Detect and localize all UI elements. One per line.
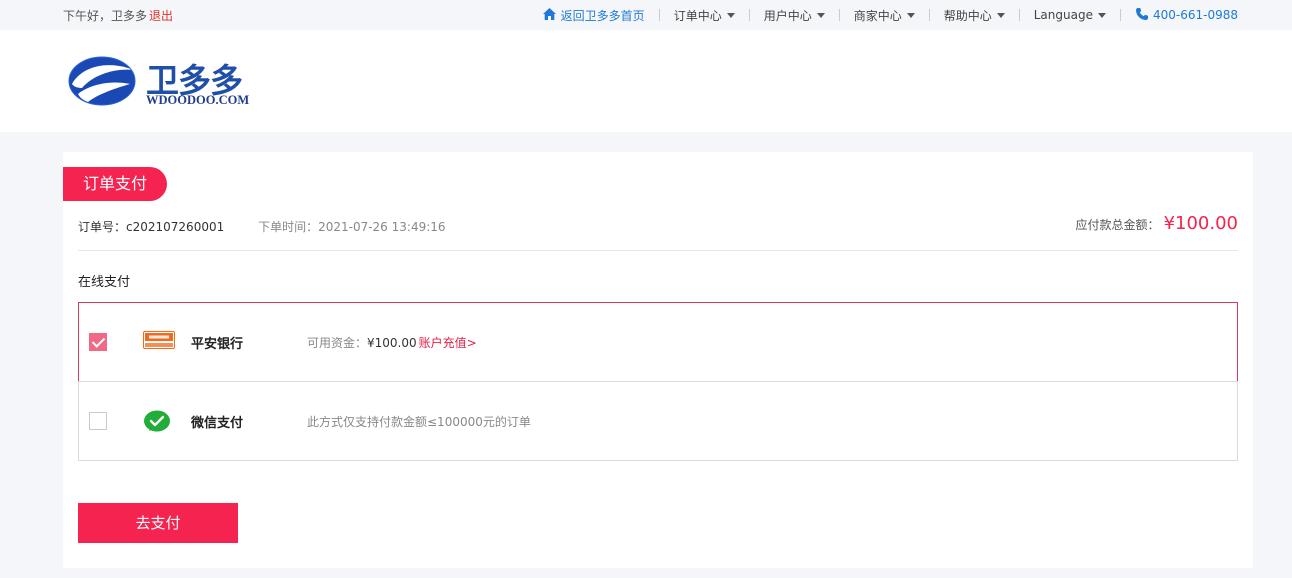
top-bar: 下午好，卫多多 退出 返回卫多多首页 订单中心 用户中心 商家中心 帮助中心 L… [0,0,1292,30]
order-no: c202107260001 [126,220,225,234]
logout-link[interactable]: 退出 [149,9,173,23]
logo-swoosh-icon [68,56,136,106]
phone-icon [1135,7,1149,24]
nav-separator [748,9,750,21]
nav-language-label: Language [1033,8,1093,22]
nav-separator [1018,9,1020,21]
home-link-label: 返回卫多多首页 [560,8,645,23]
recharge-link[interactable]: 账户充值> [419,336,477,350]
nav-user-dropdown[interactable]: 用户中心 [764,7,825,24]
home-icon [542,7,557,24]
nav-merchant-dropdown[interactable]: 商家中心 [854,7,915,24]
payment-method-name: 平安银行 [191,337,244,352]
payment-method-wechat[interactable]: 微信支付 此方式仅支持付款金额≤100000元的订单 [78,381,1238,461]
chevron-down-icon [996,12,1005,18]
order-info: 订单号：c202107260001 下单时间：2021-07-26 13:49:… [78,218,446,235]
section-title: 在线支付 [78,275,131,290]
total-value: ¥100.00 [1163,213,1238,234]
payment-card: 订单支付 订单号：c202107260001 下单时间：2021-07-26 1… [63,152,1253,568]
payment-checkbox[interactable] [89,412,107,430]
nav-merchant-label: 商家中心 [853,8,902,23]
chevron-down-icon [1097,12,1106,18]
available-funds-value: ¥100.00 [367,336,417,350]
nav-orders-dropdown[interactable]: 订单中心 [674,7,735,24]
home-link[interactable]: 返回卫多多首页 [542,7,645,24]
nav-user-label: 用户中心 [763,8,812,23]
logo-domain: WDOODOO.COM [146,93,250,107]
order-time: 2021-07-26 13:49:16 [318,220,446,234]
nav-language-dropdown[interactable]: Language [1034,8,1106,22]
nav-separator [1119,9,1121,21]
chevron-down-icon [726,12,735,18]
order-no-label: 订单号： [78,220,127,234]
site-header: 卫多多 WDOODOO.COM [0,30,1292,132]
total-label: 应付款总金额： [1075,218,1160,232]
nav-help-dropdown[interactable]: 帮助中心 [944,7,1005,24]
payment-method-pingan[interactable]: 平安银行 可用资金：¥100.00 账户充值> [78,302,1238,382]
payment-method-list: 平安银行 可用资金：¥100.00 账户充值> 微信支付 此方式仅支持付款金额≤1… [78,302,1238,461]
greeting-text: 下午好，卫多多 [63,9,148,23]
submit-payment-button[interactable]: 去支付 [78,503,238,543]
hotline[interactable]: 400-661-0988 [1135,7,1238,24]
wechat-pay-icon [143,410,171,438]
divider [78,250,1238,251]
nav-help-label: 帮助中心 [943,8,992,23]
payment-method-desc: 此方式仅支持付款金额≤100000元的订单 [307,415,531,429]
nav-separator [658,9,660,21]
nav-separator [838,9,840,21]
top-nav: 返回卫多多首页 订单中心 用户中心 商家中心 帮助中心 Language 400… [542,0,1238,30]
nav-orders-label: 订单中心 [673,8,722,23]
available-funds-label: 可用资金： [307,336,368,350]
pingan-bank-icon [143,331,175,353]
page-title: 订单支付 [63,167,167,201]
payment-method-name: 微信支付 [191,416,244,431]
total-amount: 应付款总金额： ¥100.00 [1076,213,1238,234]
site-logo[interactable]: 卫多多 WDOODOO.COM [68,54,258,114]
phone-number: 400-661-0988 [1152,8,1238,22]
greeting: 下午好，卫多多 退出 [63,7,173,24]
chevron-down-icon [816,12,825,18]
nav-separator [928,9,930,21]
payment-method-desc: 可用资金：¥100.00 账户充值> [307,334,477,351]
order-time-label: 下单时间： [258,220,319,234]
chevron-down-icon [906,12,915,18]
payment-checkbox[interactable] [89,333,107,351]
